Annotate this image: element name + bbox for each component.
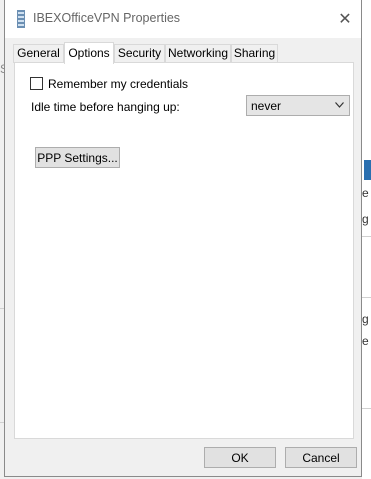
tab-general[interactable]: General xyxy=(13,44,64,63)
tab-networking[interactable]: Networking xyxy=(165,44,231,63)
close-button[interactable]: ✕ xyxy=(329,0,361,38)
close-icon: ✕ xyxy=(338,11,352,28)
background-text-fragment: e xyxy=(362,334,369,348)
background-text-fragment: e xyxy=(362,186,369,200)
background-divider xyxy=(362,408,371,409)
idle-time-label: Idle time before hanging up: xyxy=(31,100,180,114)
options-panel: Remember my credentials Idle time before… xyxy=(14,62,354,439)
tab-security[interactable]: Security xyxy=(114,44,165,63)
ok-button[interactable]: OK xyxy=(204,447,276,468)
background-text-fragment: g xyxy=(362,312,369,326)
tab-sharing[interactable]: Sharing xyxy=(231,44,278,63)
network-connection-icon xyxy=(17,10,25,28)
chevron-down-icon xyxy=(335,102,344,108)
title-bar[interactable]: IBEXOfficeVPN Properties ✕ xyxy=(5,0,361,38)
idle-time-value: never xyxy=(251,99,282,113)
remember-credentials-label[interactable]: Remember my credentials xyxy=(48,77,188,91)
ppp-settings-button[interactable]: PPP Settings... xyxy=(35,147,120,168)
background-divider xyxy=(362,236,371,237)
background-selection-highlight xyxy=(364,160,371,180)
background-divider xyxy=(362,297,371,298)
tab-options[interactable]: Options xyxy=(64,42,114,64)
window-title: IBEXOfficeVPN Properties xyxy=(33,11,181,25)
background-text-fragment: g xyxy=(362,212,369,226)
properties-dialog: IBEXOfficeVPN Properties ✕ General Optio… xyxy=(4,0,362,477)
cancel-button[interactable]: Cancel xyxy=(285,447,357,468)
background-window-edge: e g g e xyxy=(362,0,371,479)
idle-time-dropdown[interactable]: never xyxy=(246,95,350,116)
remember-credentials-checkbox[interactable] xyxy=(30,77,43,90)
